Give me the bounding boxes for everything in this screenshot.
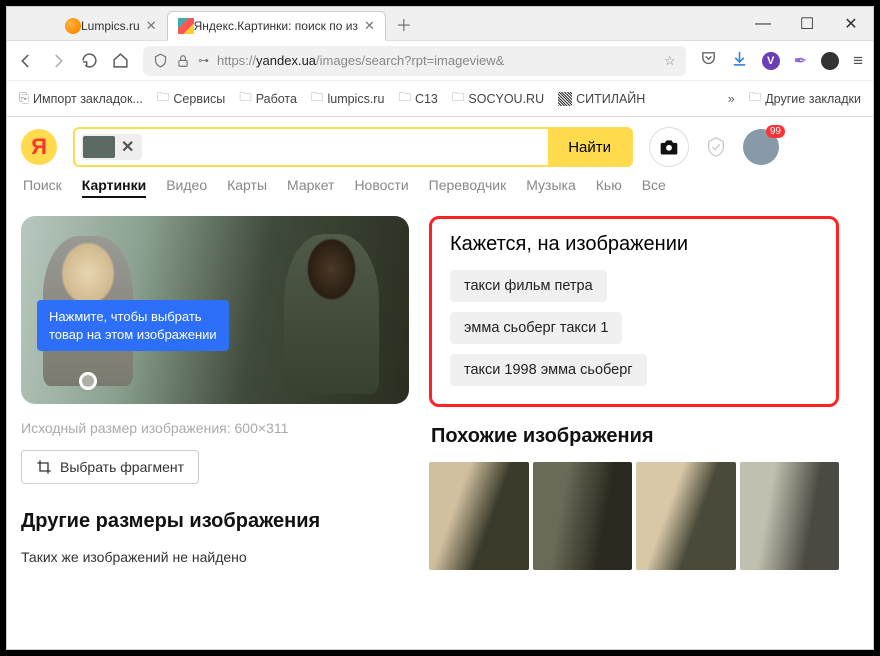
suggested-tag[interactable]: такси 1998 эмма сьоберг <box>450 354 647 386</box>
window-minimize-button[interactable]: — <box>741 7 785 41</box>
bookmark-link[interactable]: СИТИЛАЙН <box>558 92 645 106</box>
forward-button[interactable] <box>49 52 67 70</box>
avatar[interactable]: 99 <box>743 129 779 165</box>
bookmarks-bar: ⎘Импорт закладок... 🗀Сервисы 🗀Работа 🗀lu… <box>7 81 873 117</box>
tab-lumpics[interactable]: Lumpics.ru ✕ <box>55 11 167 41</box>
bookmark-folder[interactable]: 🗀Работа <box>239 88 297 109</box>
bookmark-folder[interactable]: 🗀C13 <box>398 88 437 109</box>
suggested-title: Кажется, на изображении <box>450 233 818 256</box>
original-size-text: Исходный размер изображения: 600×311 <box>21 420 409 436</box>
search-input[interactable] <box>142 139 548 156</box>
similar-image-thumb[interactable] <box>740 462 840 570</box>
crop-icon <box>36 459 52 475</box>
similar-image-thumb[interactable] <box>429 462 529 570</box>
tab-video[interactable]: Видео <box>166 177 207 198</box>
tab-translate[interactable]: Переводчик <box>429 177 507 198</box>
tab-strip: Lumpics.ru ✕ Яндекс.Картинки: поиск по и… <box>7 7 873 41</box>
cbir-hint-tooltip: Нажмите, чтобы выбрать товар на этом изо… <box>37 300 229 351</box>
tab-images[interactable]: Картинки <box>82 177 146 198</box>
similar-images-heading: Похожие изображения <box>431 425 839 448</box>
other-sizes-message: Таких же изображений не найдено <box>21 549 409 565</box>
search-button[interactable]: Найти <box>548 129 631 165</box>
url-input[interactable]: ⊶ https://yandex.ua/images/search?rpt=im… <box>143 46 686 76</box>
menu-icon[interactable]: ≡ <box>853 51 863 71</box>
crop-button[interactable]: Выбрать фрагмент <box>21 450 199 484</box>
similar-image-thumb[interactable] <box>636 462 736 570</box>
suggested-tag[interactable]: эмма сьоберг такси 1 <box>450 312 622 344</box>
tab-title: Lumpics.ru <box>81 19 140 33</box>
similar-images-grid <box>429 462 839 570</box>
extension-v-icon[interactable]: V <box>762 52 780 70</box>
suggested-tag[interactable]: такси фильм петра <box>450 270 607 302</box>
favicon-yandex-images <box>178 18 194 34</box>
chip-remove-icon[interactable]: ✕ <box>121 137 140 157</box>
bookmark-folder[interactable]: 🗀SOCYOU.RU <box>452 88 544 109</box>
lock-icon <box>176 54 190 68</box>
bookmark-folder[interactable]: 🗀lumpics.ru <box>311 88 384 109</box>
tab-title: Яндекс.Картинки: поиск по из <box>194 19 358 33</box>
bookmark-folder[interactable]: 🗀Сервисы <box>157 88 225 109</box>
home-button[interactable] <box>112 52 129 69</box>
permissions-icon: ⊶ <box>198 54 209 67</box>
favicon-lumpics <box>65 18 81 34</box>
tab-market[interactable]: Маркет <box>287 177 334 198</box>
window-close-button[interactable]: ✕ <box>829 7 873 41</box>
uploaded-image-preview[interactable]: Нажмите, чтобы выбрать товар на этом изо… <box>21 216 409 404</box>
close-icon[interactable]: ✕ <box>364 18 375 34</box>
page-content: Я ✕ Найти 99 Поиск Картинки Видео Карты <box>7 117 873 649</box>
tab-music[interactable]: Музыка <box>526 177 576 198</box>
image-content <box>284 234 379 394</box>
pocket-icon[interactable] <box>700 50 717 72</box>
back-button[interactable] <box>17 52 35 70</box>
search-image-chip: ✕ <box>81 134 142 160</box>
tab-search[interactable]: Поиск <box>23 177 62 198</box>
chip-thumbnail <box>83 136 115 158</box>
similar-image-thumb[interactable] <box>533 462 633 570</box>
tab-yandex-images[interactable]: Яндекс.Картинки: поиск по из ✕ <box>167 11 386 41</box>
yandex-logo[interactable]: Я <box>21 129 57 165</box>
overflow-icon[interactable]: » <box>728 92 735 106</box>
cbir-point-marker[interactable] <box>79 372 97 390</box>
suggested-panel: Кажется, на изображении такси фильм петр… <box>429 216 839 407</box>
address-bar: ⊶ https://yandex.ua/images/search?rpt=im… <box>7 41 873 81</box>
import-bookmarks-button[interactable]: ⎘Импорт закладок... <box>19 91 143 106</box>
bookmark-star-icon[interactable]: ☆ <box>664 53 676 69</box>
window-maximize-button[interactable]: ☐ <box>785 7 829 41</box>
feather-icon[interactable]: ✒ <box>794 51 807 71</box>
close-icon[interactable]: ✕ <box>146 18 157 34</box>
services-tabs: Поиск Картинки Видео Карты Маркет Новост… <box>23 177 859 198</box>
tab-news[interactable]: Новости <box>354 177 408 198</box>
search-box: ✕ Найти <box>73 127 633 167</box>
protect-icon[interactable] <box>705 134 727 160</box>
tab-all[interactable]: Все <box>642 177 666 198</box>
notification-badge: 99 <box>766 125 785 138</box>
url-text: https://yandex.ua/images/search?rpt=imag… <box>217 53 504 68</box>
reload-button[interactable] <box>81 52 98 69</box>
camera-icon <box>659 137 679 157</box>
tab-maps[interactable]: Карты <box>227 177 267 198</box>
download-icon[interactable] <box>731 50 748 72</box>
tab-q[interactable]: Кью <box>596 177 622 198</box>
browser-window: Lumpics.ru ✕ Яндекс.Картинки: поиск по и… <box>6 6 874 650</box>
new-tab-button[interactable]: ＋ <box>386 12 422 36</box>
extension-icon[interactable] <box>821 52 839 70</box>
image-search-button[interactable] <box>649 127 689 167</box>
shield-icon <box>153 53 168 68</box>
other-sizes-heading: Другие размеры изображения <box>21 510 409 533</box>
bookmark-favicon <box>558 92 572 106</box>
other-bookmarks-button[interactable]: 🗀Другие закладки <box>749 88 861 109</box>
